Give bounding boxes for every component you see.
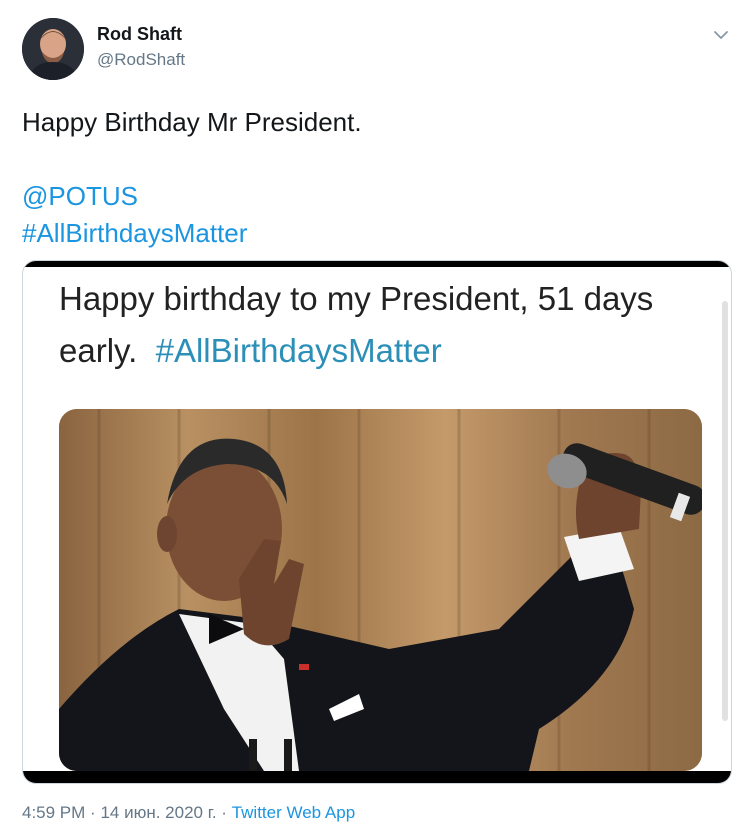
media-caption-hashtag: #AllBirthdaysMatter — [155, 332, 442, 369]
footer-separator-2: · — [221, 803, 227, 822]
media-caption-line1: Happy birthday to my President, 51 days — [59, 280, 654, 317]
tweet-media[interactable]: Happy birthday to my President, 51 days … — [22, 260, 732, 784]
footer-separator: · — [90, 803, 96, 822]
media-caption: Happy birthday to my President, 51 days … — [59, 273, 699, 377]
author-handle[interactable]: @RodShaft — [97, 50, 185, 70]
author-name[interactable]: Rod Shaft — [97, 24, 182, 45]
media-scrollbar — [722, 301, 728, 721]
mention-link[interactable]: @POTUS — [22, 181, 138, 211]
hashtag-link[interactable]: #AllBirthdaysMatter — [22, 218, 247, 248]
chevron-down-icon[interactable] — [710, 24, 732, 46]
avatar[interactable] — [22, 18, 84, 80]
tweet-footer: 4:59 PM · 14 июн. 2020 г. · Twitter Web … — [22, 803, 355, 823]
tweet-text: Happy Birthday Mr President. @POTUS #All… — [22, 104, 722, 252]
tweet-date[interactable]: 14 июн. 2020 г. — [100, 803, 216, 822]
tweet: Rod Shaft @RodShaft Happy Birthday Mr Pr… — [0, 0, 752, 835]
media-top-border — [23, 261, 731, 267]
media-bottom-border — [23, 771, 731, 783]
media-photo — [59, 409, 702, 771]
tweet-text-line: Happy Birthday Mr President. — [22, 107, 362, 137]
media-caption-prefix: early. — [59, 332, 138, 369]
tweet-time[interactable]: 4:59 PM — [22, 803, 85, 822]
tweet-source-app[interactable]: Twitter Web App — [232, 803, 355, 822]
